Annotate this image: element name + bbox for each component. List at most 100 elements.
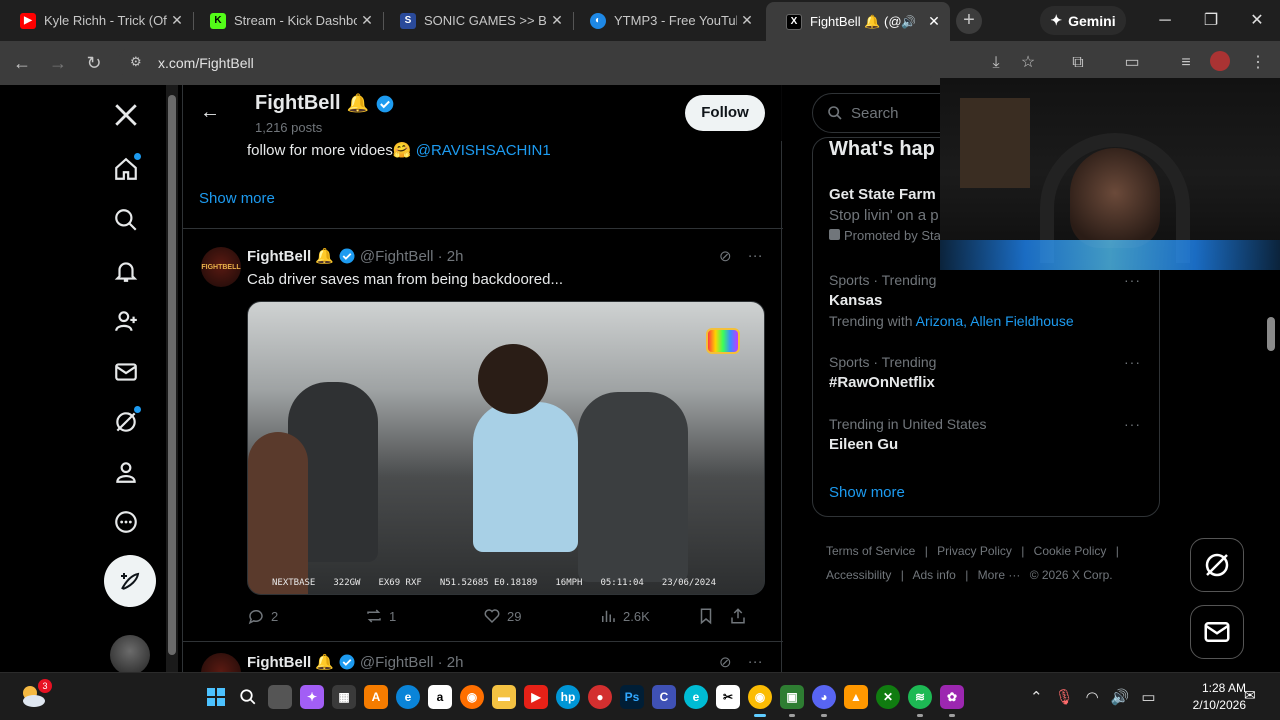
wifi-icon[interactable]: ◠ (1086, 688, 1099, 706)
more-options-icon[interactable]: ··· (748, 653, 763, 671)
grok-icon[interactable]: ⊘ (719, 653, 732, 671)
close-tab-icon[interactable]: ✕ (357, 12, 377, 29)
x-logo-icon[interactable] (110, 99, 142, 131)
more-options-icon[interactable]: ··· (1124, 354, 1141, 370)
cookie-link[interactable]: Cookie Policy (1034, 544, 1107, 558)
tweet-author-name[interactable]: FightBell (247, 248, 311, 265)
app-green-icon[interactable]: ▣ (780, 685, 804, 717)
trend-item[interactable]: Sports · Trending Kansas Trending with A… (829, 272, 1149, 329)
capcut-icon[interactable]: ✂ (716, 685, 740, 709)
scrollbar-thumb[interactable] (168, 95, 176, 655)
notifications-bell-icon[interactable] (110, 255, 142, 287)
tweet-author-name[interactable]: FightBell (247, 654, 311, 671)
app-red-icon[interactable]: ● (588, 685, 612, 709)
trend-item[interactable]: Trending in United States Eileen Gu ··· (829, 416, 1149, 453)
forward-arrow-icon[interactable]: → (46, 51, 70, 75)
profile-avatar-icon[interactable] (1208, 51, 1232, 75)
messages-float-button[interactable] (1190, 605, 1244, 659)
xbox-icon[interactable]: ✕ (876, 685, 900, 709)
reply-button[interactable]: 2 (247, 607, 278, 625)
task-view-icon[interactable] (268, 685, 292, 709)
tab-kick-dashboard[interactable]: K Stream - Kick Dashboa ✕ (190, 0, 383, 41)
chrome-icon[interactable]: ◉ (748, 685, 772, 717)
microphone-icon[interactable]: 🎙 (1055, 688, 1074, 706)
more-link[interactable]: More ··· (978, 568, 1021, 582)
extensions-icon[interactable]: ⧉ (1066, 51, 1090, 75)
compose-post-button[interactable] (104, 555, 156, 607)
follow-button[interactable]: Follow (685, 95, 765, 131)
main-scrollbar[interactable] (166, 85, 178, 672)
home-icon[interactable] (110, 153, 142, 185)
close-tab-icon[interactable]: ✕ (737, 12, 757, 29)
profile-person-icon[interactable] (110, 456, 142, 488)
tweet-handle-time[interactable]: @FightBell · 2h (360, 654, 464, 671)
install-app-icon[interactable]: ⤓ (984, 51, 1008, 75)
media-controls-icon[interactable]: ≡ (1174, 51, 1198, 75)
like-button[interactable]: 29 (483, 607, 521, 625)
more-options-icon[interactable]: ··· (748, 247, 763, 265)
file-explorer-icon[interactable]: ▬ (492, 685, 516, 709)
tray-overflow-icon[interactable]: ⌃ (1030, 688, 1043, 706)
app-a-icon[interactable]: A (364, 685, 388, 709)
edge-icon[interactable]: e (396, 685, 420, 709)
back-arrow-icon[interactable]: ← (10, 51, 34, 75)
bookmark-star-icon[interactable]: ☆ (1016, 51, 1040, 75)
scrollbar-thumb[interactable] (1267, 317, 1275, 351)
volume-icon[interactable]: 🔊 (1111, 688, 1130, 706)
site-info-icon[interactable]: ⚙ (130, 54, 148, 72)
photoshop-icon[interactable]: Ps (620, 685, 644, 709)
terms-link[interactable]: Terms of Service (826, 544, 915, 558)
bookmark-button[interactable] (697, 607, 715, 625)
speaker-icon[interactable]: 🔊 (901, 15, 916, 29)
trend-item[interactable]: Sports · Trending #RawOnNetflix ··· (829, 354, 1149, 391)
windows-start-icon[interactable] (204, 685, 228, 709)
tweet-video[interactable]: NEXTBASE 322GW EX69 RXF N51.52685 E0.181… (247, 301, 765, 595)
grok-float-button[interactable] (1190, 538, 1244, 592)
address-bar[interactable]: ⚙ x.com/FightBell (118, 45, 938, 81)
youtube-app-icon[interactable]: ▶ (524, 685, 548, 709)
hp-icon[interactable]: hp (556, 685, 580, 709)
more-options-icon[interactable]: ··· (1124, 416, 1141, 432)
messages-envelope-icon[interactable] (110, 356, 142, 388)
battery-icon[interactable]: ▭ (1141, 688, 1155, 706)
back-arrow-icon[interactable]: ← (197, 99, 223, 125)
follow-people-icon[interactable] (110, 305, 142, 337)
spotify-icon[interactable]: ≋ (908, 685, 932, 717)
account-avatar[interactable] (110, 635, 150, 672)
accessibility-link[interactable]: Accessibility (826, 568, 891, 582)
privacy-link[interactable]: Privacy Policy (937, 544, 1012, 558)
grok-icon[interactable] (110, 406, 142, 438)
copilot-icon[interactable]: ✦ (300, 685, 324, 709)
reload-icon[interactable]: ↻ (82, 51, 106, 75)
amazon-icon[interactable]: a (428, 685, 452, 709)
app-orange-icon[interactable]: ▲ (844, 685, 868, 709)
tab-kyle-richh[interactable]: ▶ Kyle Richh - Trick (Offi ✕ (0, 0, 193, 41)
close-tab-icon[interactable]: ✕ (924, 13, 944, 30)
tweet-author-avatar[interactable]: FIGHTBELL (201, 247, 241, 287)
close-window-button[interactable]: ✕ (1234, 0, 1280, 41)
taskbar-clock[interactable]: 1:28 AM 2/10/2026 (1176, 680, 1246, 714)
share-button[interactable] (729, 607, 747, 625)
more-options-icon[interactable]: ··· (1124, 272, 1141, 288)
ads-info-link[interactable]: Ads info (913, 568, 956, 582)
discord-icon[interactable]: ◕ (812, 685, 836, 717)
taskbar-search-icon[interactable] (236, 685, 260, 709)
repost-button[interactable]: 1 (365, 607, 396, 625)
close-tab-icon[interactable]: ✕ (167, 12, 187, 29)
sidebar-icon[interactable]: ▭ (1120, 51, 1144, 75)
minimize-button[interactable]: ─ (1142, 0, 1188, 41)
tab-ytmp3[interactable]: ◐ YTMP3 - Free YouTube ✕ (570, 0, 763, 41)
bio-mention-link[interactable]: @RAVISHSACHIN1 (416, 142, 551, 159)
explore-search-icon[interactable] (110, 204, 142, 236)
more-circle-icon[interactable] (110, 506, 142, 538)
tab-sonic-games[interactable]: S SONIC GAMES >> Bro ✕ (380, 0, 573, 41)
chrome-menu-icon[interactable]: ⋮ (1246, 51, 1270, 75)
tweet-author-avatar[interactable] (201, 653, 241, 672)
app-c-icon[interactable]: C (652, 685, 676, 709)
new-tab-button[interactable]: + (956, 8, 982, 34)
show-more-link[interactable]: Show more (199, 190, 275, 207)
app-purple-icon[interactable]: ✿ (940, 685, 964, 717)
notification-center-icon[interactable]: ✉ (1244, 687, 1264, 707)
close-tab-icon[interactable]: ✕ (547, 12, 567, 29)
app-cyan-icon[interactable]: e (684, 685, 708, 709)
